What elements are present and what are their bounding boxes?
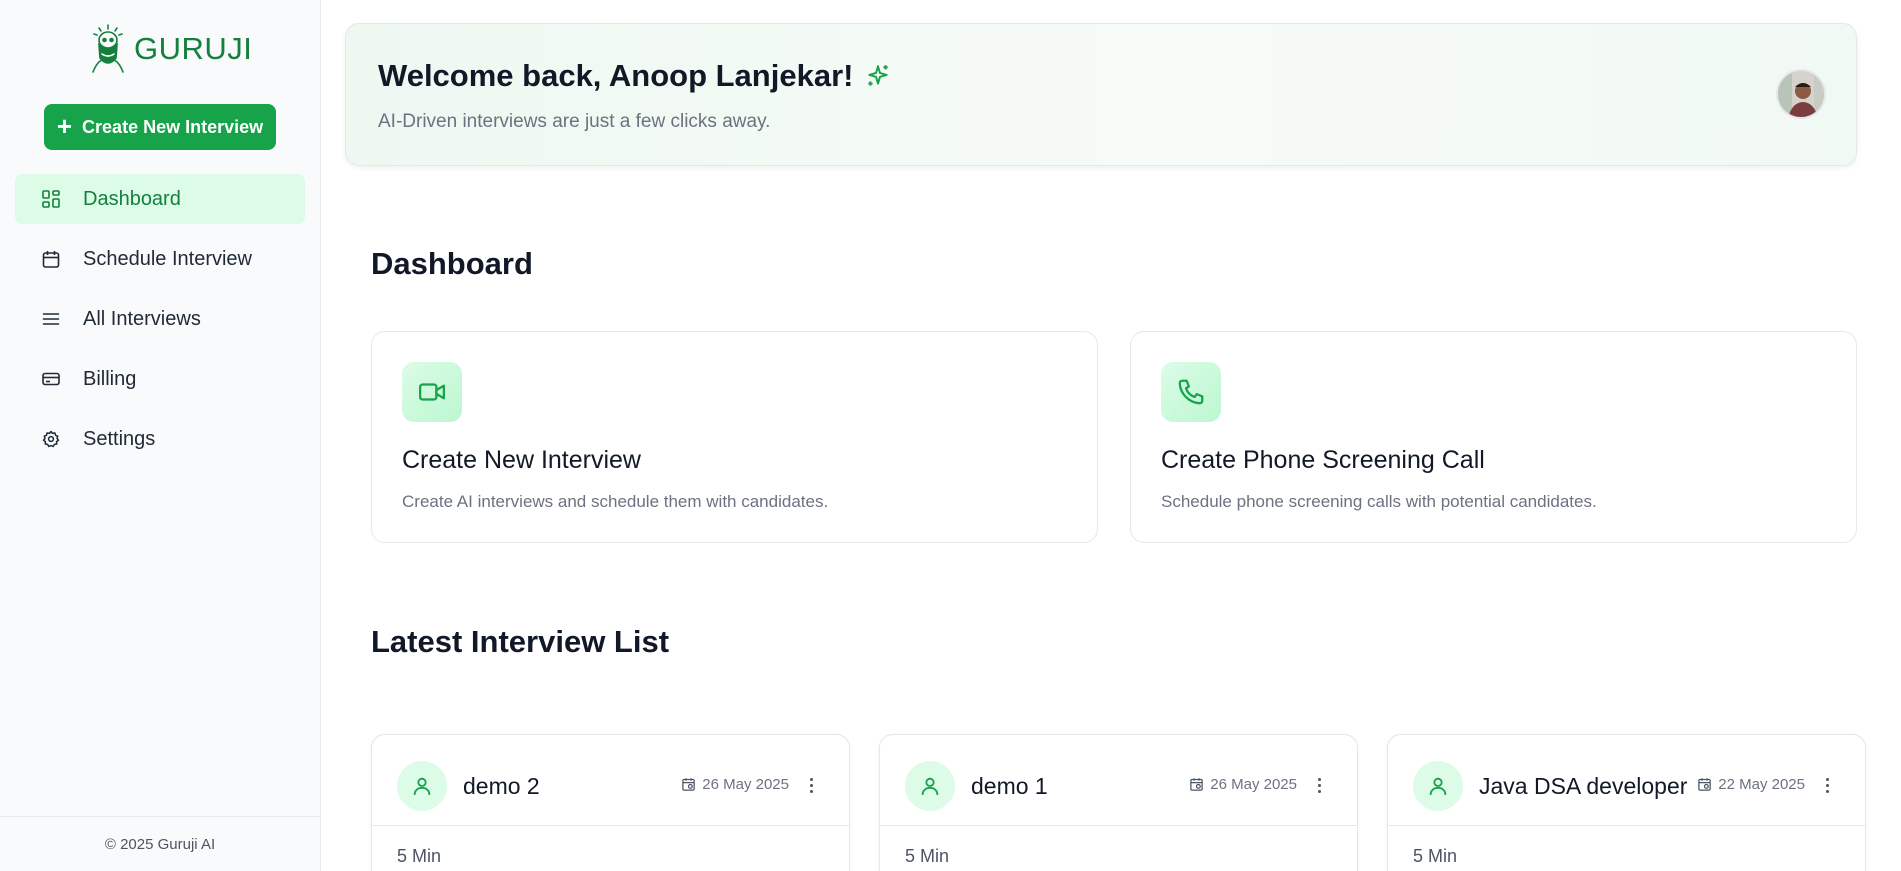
sidebar-nav: Dashboard Schedule Interview All Intervi…	[15, 174, 305, 474]
card-description: Schedule phone screening calls with pote…	[1161, 492, 1597, 511]
interview-card[interactable]: Java DSA developer 22 May 2025 5 Min	[1387, 734, 1866, 871]
user-icon	[905, 761, 955, 811]
interview-name: demo 1	[971, 773, 1048, 799]
interview-name: Java DSA developer	[1479, 773, 1688, 799]
interview-date-text: 26 May 2025	[1210, 776, 1297, 793]
welcome-title-text: Welcome back, Anoop Lanjekar!	[378, 58, 854, 93]
interview-card-header: demo 2 26 May 2025	[372, 735, 849, 826]
sidebar: GURUJI + Create New Interview Dashboard …	[0, 0, 321, 871]
brand-name: GURUJI	[134, 31, 253, 66]
plus-icon: +	[56, 111, 73, 141]
create-phone-screening-card[interactable]: Create Phone Screening Call Schedule pho…	[1130, 331, 1857, 543]
calendar-clock-icon	[682, 778, 696, 791]
main-content: Welcome back, Anoop Lanjekar! AI-Driven …	[322, 0, 1901, 871]
interview-duration: 5 Min	[397, 846, 442, 866]
calendar-clock-icon	[1698, 778, 1712, 791]
sidebar-item-label: Billing	[83, 367, 137, 390]
more-vertical-icon[interactable]	[1821, 775, 1833, 795]
interview-duration: 5 Min	[905, 846, 950, 866]
sidebar-item-label: Settings	[83, 427, 156, 450]
user-icon	[1413, 761, 1463, 811]
interview-card[interactable]: demo 1 26 May 2025 5 Min	[879, 734, 1358, 871]
welcome-title: Welcome back, Anoop Lanjekar!	[378, 58, 891, 94]
user-avatar[interactable]	[1776, 69, 1826, 119]
phone-icon	[1161, 362, 1221, 422]
card-title: Create Phone Screening Call	[1161, 446, 1485, 474]
more-vertical-icon[interactable]	[1313, 775, 1325, 795]
latest-interview-heading: Latest Interview List	[371, 624, 670, 659]
credit-card-icon	[41, 369, 61, 389]
interview-duration: 5 Min	[1413, 846, 1458, 866]
card-title: Create New Interview	[402, 446, 641, 474]
sidebar-item-label: Dashboard	[83, 187, 181, 210]
interview-date-text: 26 May 2025	[702, 776, 789, 793]
create-new-interview-label: Create New Interview	[82, 116, 264, 137]
sidebar-item-billing[interactable]: Billing	[15, 354, 305, 404]
brand[interactable]: GURUJI	[90, 24, 252, 74]
interview-name: demo 2	[463, 773, 540, 799]
sidebar-footer: © 2025 Guruji AI	[0, 816, 320, 871]
sparkles-icon	[868, 65, 889, 86]
interview-card-header: demo 1 26 May 2025	[880, 735, 1357, 826]
interview-date: 22 May 2025	[1697, 776, 1805, 793]
calendar-icon	[41, 249, 61, 269]
dashboard-heading: Dashboard	[371, 246, 533, 281]
card-description: Create AI interviews and schedule them w…	[402, 492, 829, 511]
list-icon	[41, 309, 61, 329]
interview-date-text: 22 May 2025	[1718, 776, 1805, 793]
more-vertical-icon[interactable]	[805, 775, 817, 795]
sidebar-item-dashboard[interactable]: Dashboard	[15, 174, 305, 224]
create-new-interview-card[interactable]: Create New Interview Create AI interview…	[371, 331, 1098, 543]
guruji-logo-icon	[92, 24, 124, 73]
sidebar-item-all-interviews[interactable]: All Interviews	[15, 294, 305, 344]
sidebar-item-label: Schedule Interview	[83, 247, 252, 270]
interview-date: 26 May 2025	[1189, 776, 1297, 793]
create-new-interview-button[interactable]: + Create New Interview	[44, 104, 276, 150]
user-icon	[397, 761, 447, 811]
welcome-subtitle: AI-Driven interviews are just a few clic…	[378, 111, 771, 132]
video-camera-icon	[402, 362, 462, 422]
welcome-banner: Welcome back, Anoop Lanjekar! AI-Driven …	[345, 23, 1857, 166]
gear-icon	[41, 429, 61, 449]
interview-card-header: Java DSA developer 22 May 2025	[1388, 735, 1865, 826]
sidebar-item-settings[interactable]: Settings	[15, 414, 305, 464]
sidebar-item-schedule-interview[interactable]: Schedule Interview	[15, 234, 305, 284]
layout-grid-icon	[41, 189, 61, 209]
calendar-clock-icon	[1190, 778, 1204, 791]
user-photo	[1778, 71, 1824, 117]
sidebar-item-label: All Interviews	[83, 307, 201, 330]
interview-card[interactable]: demo 2 26 May 2025 5 Min	[371, 734, 850, 871]
interview-date: 26 May 2025	[681, 776, 789, 793]
